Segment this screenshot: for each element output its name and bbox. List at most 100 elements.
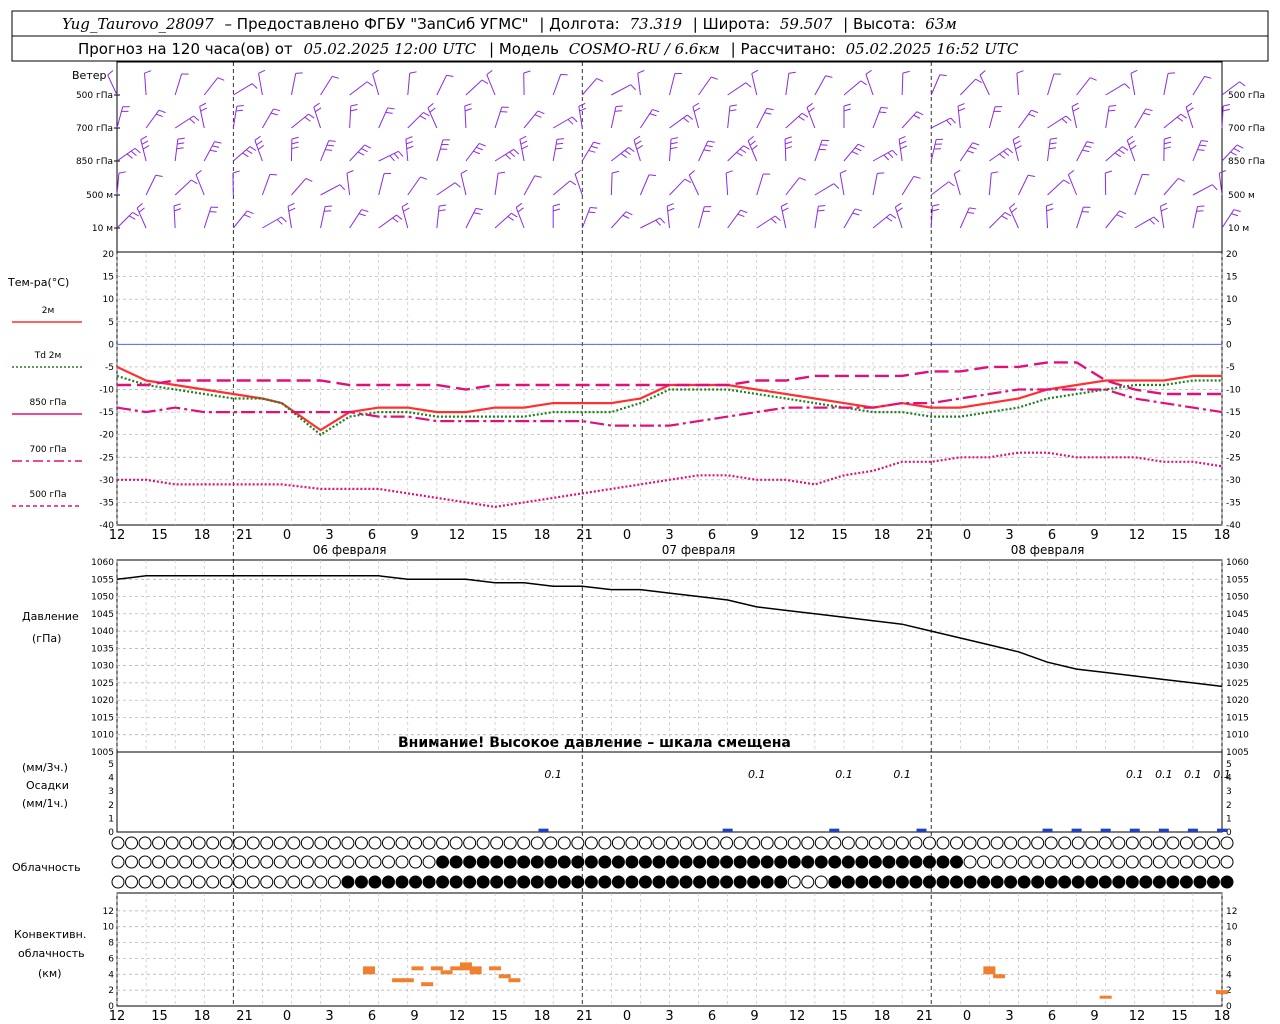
wind-barb-flag xyxy=(132,212,139,217)
cloud-symbol xyxy=(693,875,707,889)
wind-barb-staff xyxy=(436,206,440,229)
wind-barb-staff xyxy=(465,208,477,229)
cloud-symbol xyxy=(666,855,679,869)
wind-barb-flag xyxy=(138,207,145,213)
wind-barb-flag xyxy=(1082,149,1090,153)
temp-legend-label: 2м xyxy=(42,306,55,316)
cloud-symbol xyxy=(246,836,260,850)
precip-tick-label-right: 1 xyxy=(1226,814,1232,824)
wind-barb-staff xyxy=(865,74,874,96)
wind-barb-flag xyxy=(1105,170,1113,174)
conv-bar xyxy=(983,966,996,975)
wind-barb-staff xyxy=(262,216,282,229)
precip-bar xyxy=(722,828,733,832)
wind-barb-flag xyxy=(798,116,805,121)
wind-barb-flag xyxy=(245,149,253,155)
wind-barb-flag xyxy=(916,111,924,116)
cloud-symbol xyxy=(436,836,450,850)
cloud-symbol xyxy=(1031,875,1045,889)
wind-barb-flag xyxy=(144,70,152,74)
cloud-symbol xyxy=(774,836,788,850)
wind-barb-flag xyxy=(134,147,141,154)
cloud-symbol xyxy=(868,836,882,850)
precip-bar xyxy=(1042,828,1053,832)
conv-tick-label-right: 8 xyxy=(1226,939,1232,949)
wind-barb-staff xyxy=(957,106,961,129)
temp-x-tick-label: 15 xyxy=(831,528,848,543)
cloud-symbol xyxy=(1112,836,1126,850)
wind-barb-staff xyxy=(814,206,819,229)
wind-barb-staff xyxy=(814,183,835,196)
cloud-symbol xyxy=(1206,875,1220,889)
wind-barb-flag xyxy=(913,175,921,179)
cloud-symbol xyxy=(936,836,950,850)
precip-tick-label-left: 3 xyxy=(108,787,114,797)
wind-barb-flag xyxy=(534,175,542,178)
wind-barb-flag xyxy=(142,145,150,150)
wind-barb-staff xyxy=(872,173,878,196)
cloud-symbol xyxy=(179,875,193,889)
wind-level-label-right: 10 м xyxy=(1228,224,1249,234)
wind-barb-flag xyxy=(652,109,660,113)
wind-barb-flag xyxy=(126,153,133,159)
cloud-symbol xyxy=(192,855,206,869)
cloud-symbol xyxy=(787,836,801,850)
wind-barb-staff xyxy=(611,147,629,162)
cloud-symbol xyxy=(679,855,693,869)
pressure-tick-label-right: 1060 xyxy=(1226,558,1249,568)
wind-barb-staff xyxy=(1134,108,1147,129)
precip-bar xyxy=(1100,828,1111,832)
cloud-symbol xyxy=(977,836,991,850)
cloud-symbol xyxy=(611,855,625,869)
cloud-symbol xyxy=(463,836,477,850)
wind-barb-staff xyxy=(145,175,157,196)
wind-barb-flag xyxy=(1065,115,1072,122)
wind-barb-staff xyxy=(290,73,297,96)
wind-barb-flag xyxy=(799,177,807,181)
cloud-symbol xyxy=(1112,855,1126,869)
wind-barb-staff xyxy=(320,184,341,196)
cloud-symbol xyxy=(855,855,869,869)
temp-tick-label-right: -5 xyxy=(1226,363,1235,373)
precip-bar xyxy=(1071,828,1082,832)
wind-barb-staff xyxy=(349,209,363,229)
wind-barb-flag xyxy=(409,71,417,74)
wind-barb-flag xyxy=(486,69,493,75)
wind-barb-flag xyxy=(1116,214,1124,218)
pressure-tick-label-left: 1030 xyxy=(91,662,114,672)
wind-barb-flag xyxy=(711,76,718,80)
precip-bar xyxy=(538,828,549,832)
wind-barb-flag xyxy=(1230,151,1237,156)
cloud-symbol xyxy=(409,836,423,850)
precip-tick-label-left: 4 xyxy=(108,774,114,784)
wind-barb-flag xyxy=(236,104,244,107)
wind-level-label-left: 850 гПа xyxy=(76,157,113,167)
wind-barb-flag xyxy=(273,108,281,112)
day-label: 06 февраля xyxy=(313,543,387,557)
wind-barb-flag xyxy=(389,155,395,162)
precip-data-label: 0.1 xyxy=(1155,768,1173,781)
wind-barb-staff xyxy=(174,115,194,129)
wind-barb-flag xyxy=(1003,150,1010,156)
precip-tick-label-left: 2 xyxy=(108,801,114,811)
bottom-x-tick-label: 18 xyxy=(534,1009,551,1024)
cloud-symbol xyxy=(490,836,504,850)
wind-barb-flag xyxy=(688,170,695,176)
cloud-symbol xyxy=(1017,855,1031,869)
wind-barb-staff xyxy=(574,174,583,196)
cloud-symbol xyxy=(449,836,463,850)
temp-tick-label-right: -25 xyxy=(1226,453,1241,463)
wind-barb-flag xyxy=(1048,147,1057,150)
wind-barb-staff xyxy=(843,143,859,162)
temp-tick-label-right: -20 xyxy=(1226,431,1241,441)
wind-barb-flag xyxy=(667,207,675,212)
cloud-symbol xyxy=(990,855,1004,869)
wind-barb-flag xyxy=(1108,109,1116,112)
wind-barb-staff xyxy=(552,116,573,129)
wind-barb-flag xyxy=(308,113,315,119)
wind-barb-flag xyxy=(1204,75,1212,79)
wind-barb-flag xyxy=(276,219,283,225)
wind-barb-flag xyxy=(534,114,542,118)
cloud-symbol xyxy=(503,855,517,869)
wind-barb-staff xyxy=(1192,140,1202,162)
